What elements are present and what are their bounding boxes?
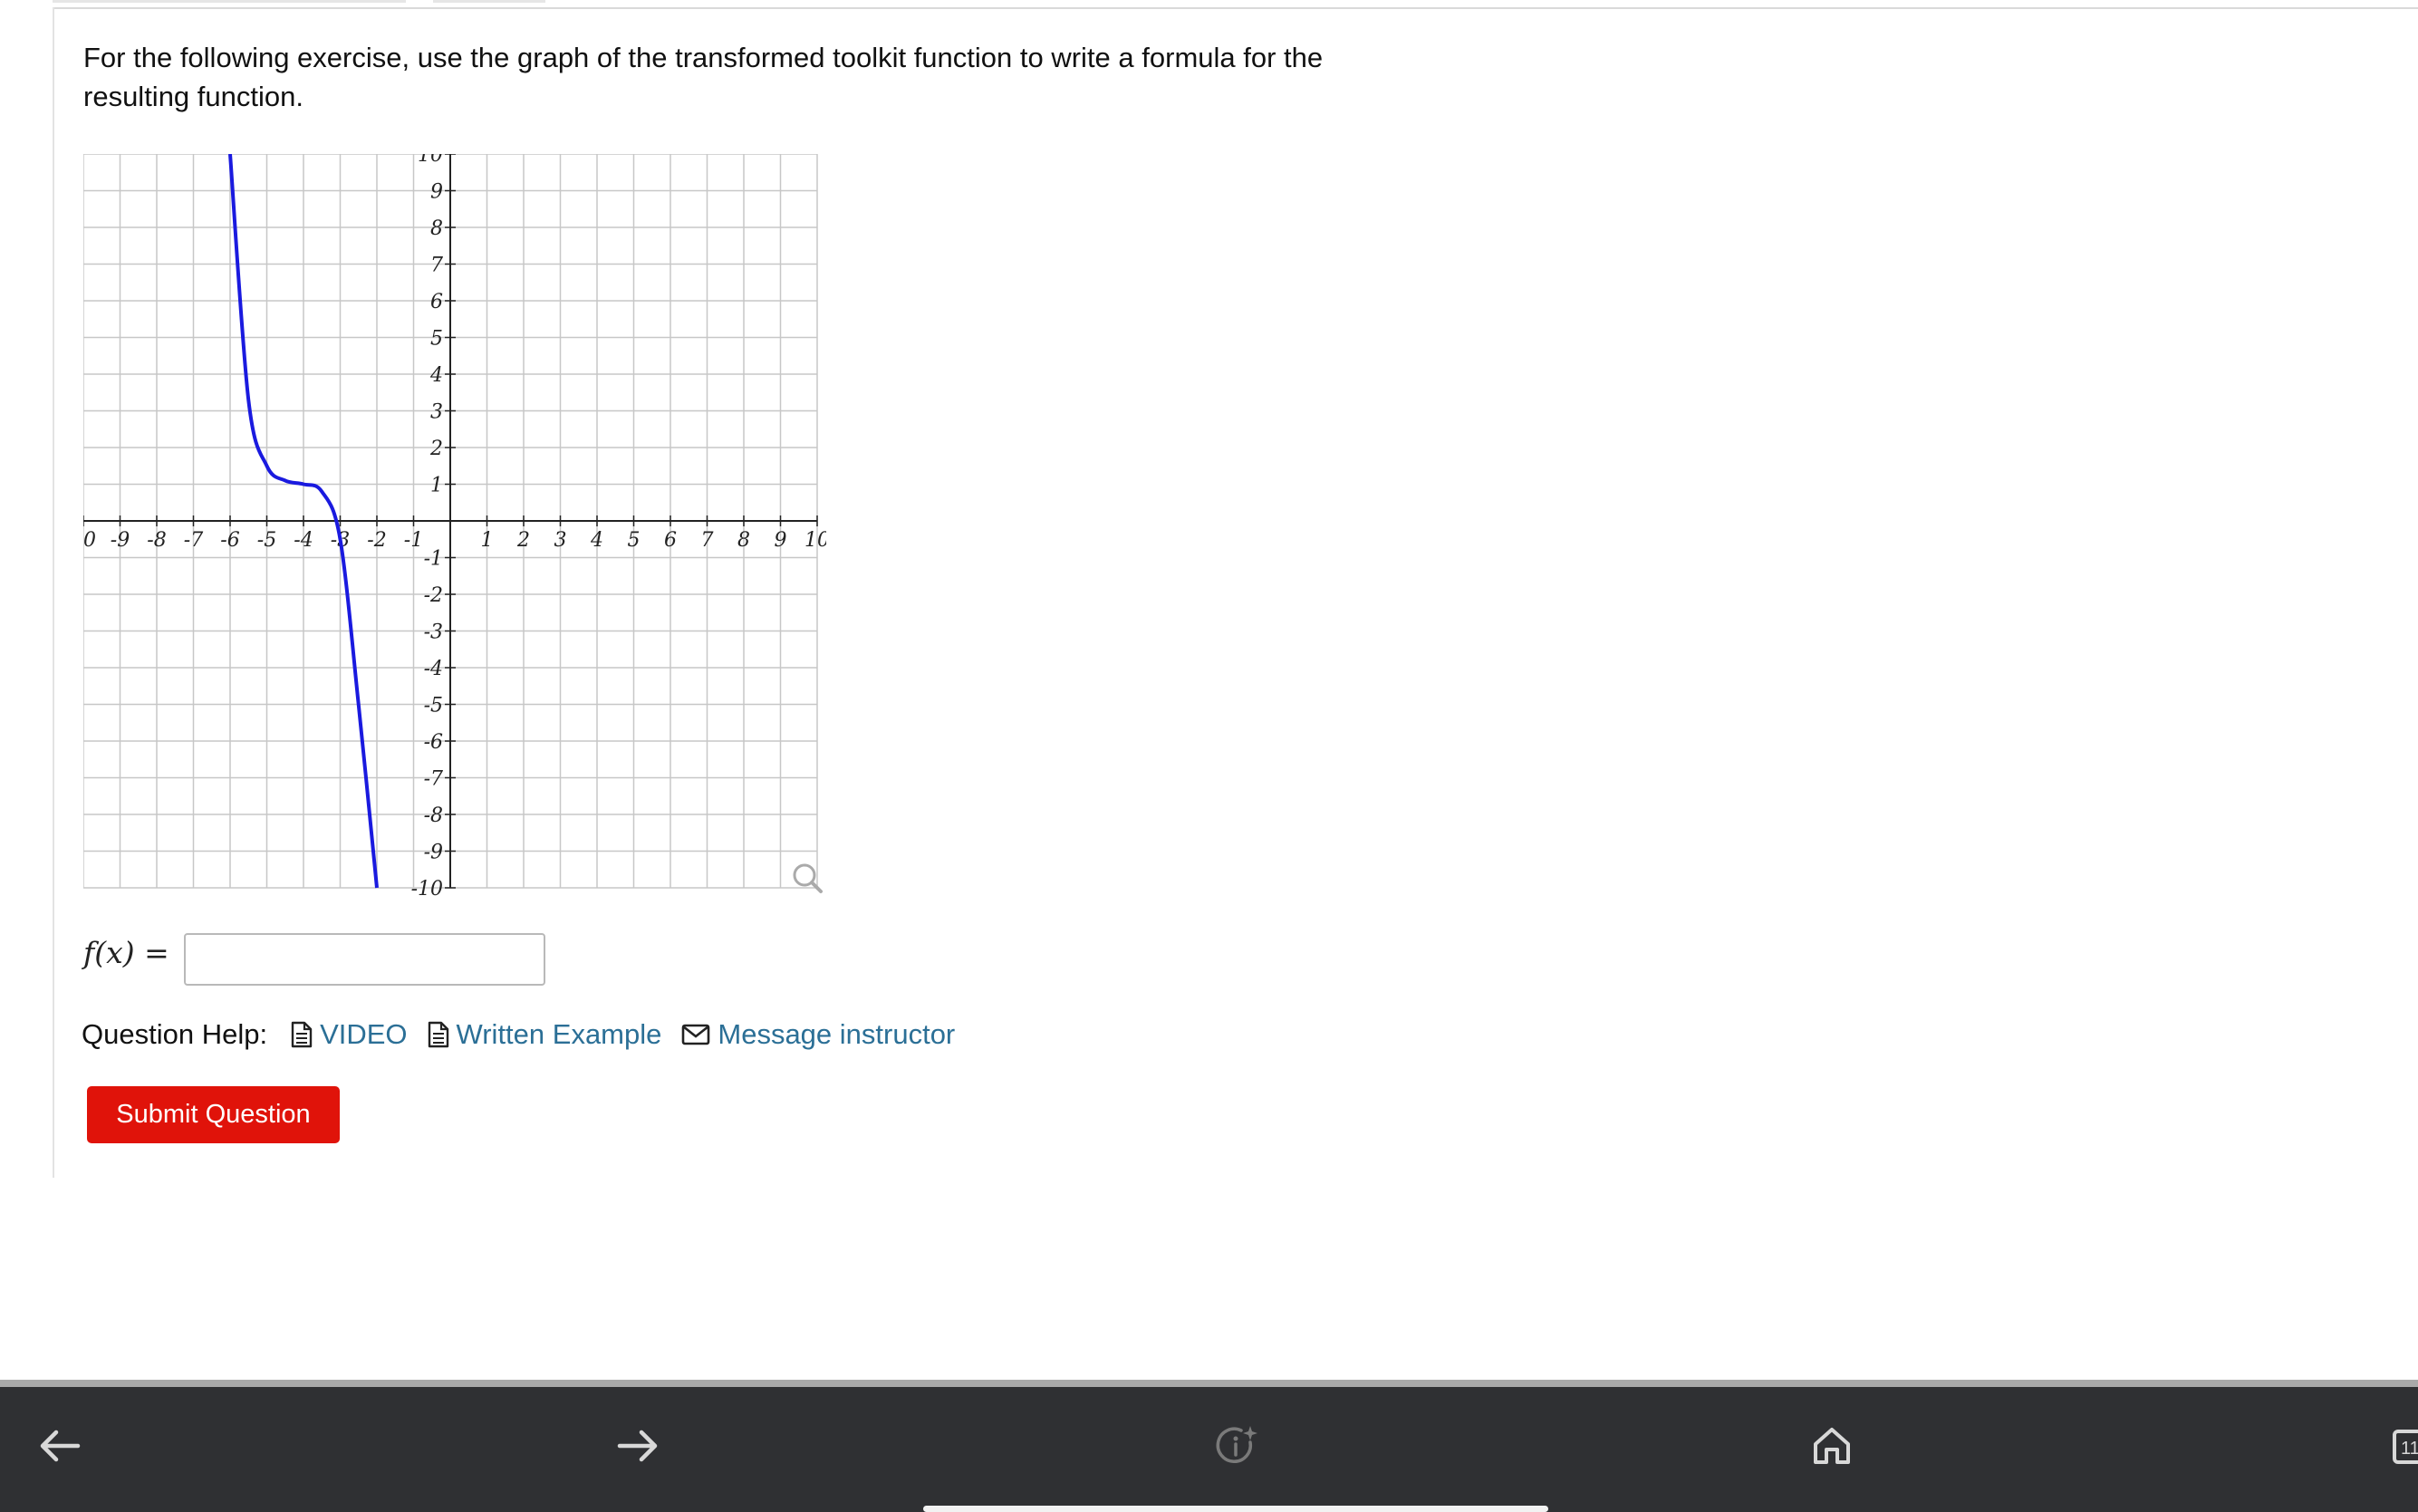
envelope-icon [682,1024,710,1045]
y-tick-label: -6 [424,731,443,754]
formula-answer-input[interactable] [184,933,545,986]
y-tick-label: 3 [430,401,443,424]
question-help: Question Help: VIDEO Written Example Mes… [82,1015,975,1055]
y-tick-label: 2 [429,438,443,460]
x-tick-label: -9 [111,529,130,552]
x-tick-label: 4 [590,529,603,552]
document-icon [428,1021,448,1048]
x-tick-label: -2 [367,529,386,552]
document-icon [291,1021,313,1048]
submit-question-button[interactable]: Submit Question [87,1086,340,1143]
y-tick-label: 1 [430,475,443,497]
x-tick-label: 9 [775,529,787,552]
x-tick-label: 3 [554,529,567,552]
top-tab-indicator-2 [433,0,545,3]
x-tick-label: -4 [294,529,313,552]
home-icon[interactable] [1808,1422,1855,1469]
message-instructor-label: Message instructor [718,1018,956,1050]
y-tick-label: -7 [424,768,443,791]
function-label: f(x) = [83,935,169,970]
x-tick-label: 8 [737,529,750,552]
content-left-border [53,7,54,1178]
y-tick-label: 7 [430,255,443,277]
svg-text:11: 11 [2401,1439,2418,1459]
back-arrow-icon[interactable] [36,1422,83,1469]
tabs-icon[interactable]: 11 [2392,1422,2418,1469]
x-tick-label: -1 [404,529,423,552]
home-indicator [923,1506,1548,1512]
written-example-link[interactable]: Written Example [428,1018,662,1051]
y-tick-label: -4 [424,658,443,680]
message-instructor-link[interactable]: Message instructor [681,1018,955,1051]
y-tick-label: 10 [418,154,443,167]
question-help-label: Question Help: [82,1018,268,1050]
bottom-separator [0,1380,2418,1387]
x-tick-label: 2 [516,529,530,552]
y-tick-label: -3 [424,621,443,644]
y-tick-label: -9 [424,842,443,864]
x-tick-label: 10 [804,529,826,552]
y-tick-label: -8 [424,804,443,827]
y-tick-label: -10 [411,878,443,897]
x-tick-label: -5 [257,529,276,552]
y-tick-label: 8 [430,217,443,240]
y-axis-ticks: 10 9 8 7 6 5 4 3 2 1 -1 -2 -3 -4 -5 -6 -7 -8 -9 -10 [411,154,456,897]
y-tick-label: 5 [430,328,443,351]
y-tick-label: 9 [430,181,443,204]
written-example-label: Written Example [456,1018,662,1050]
y-tick-label: -2 [424,584,443,607]
x-tick-label: -8 [147,529,166,552]
browser-bottom-bar [0,1387,2418,1512]
x-tick-label: -7 [184,529,203,552]
x-tick-label: 7 [701,529,714,552]
content-top-border [53,7,2418,9]
y-tick-label: 4 [429,364,443,387]
y-tick-label: -5 [424,695,443,717]
info-sparkle-icon[interactable] [1214,1422,1261,1469]
x-tick-label: 10 [83,529,96,552]
x-tick-label: 5 [628,529,641,552]
video-link-label: VIDEO [320,1018,408,1050]
top-tab-indicator [53,0,406,3]
x-tick-label: 6 [664,529,677,552]
x-tick-label: -6 [220,529,239,552]
forward-arrow-icon[interactable] [614,1422,661,1469]
function-graph: 10-9-8-7-6-5-4-3-2-112345678910 10987654… [83,154,826,897]
video-link[interactable]: VIDEO [291,1018,408,1051]
question-prompt: For the following exercise, use the grap… [83,42,1324,112]
x-tick-label: 1 [481,529,494,552]
y-tick-label: -1 [424,548,443,571]
y-tick-label: 6 [430,291,443,313]
